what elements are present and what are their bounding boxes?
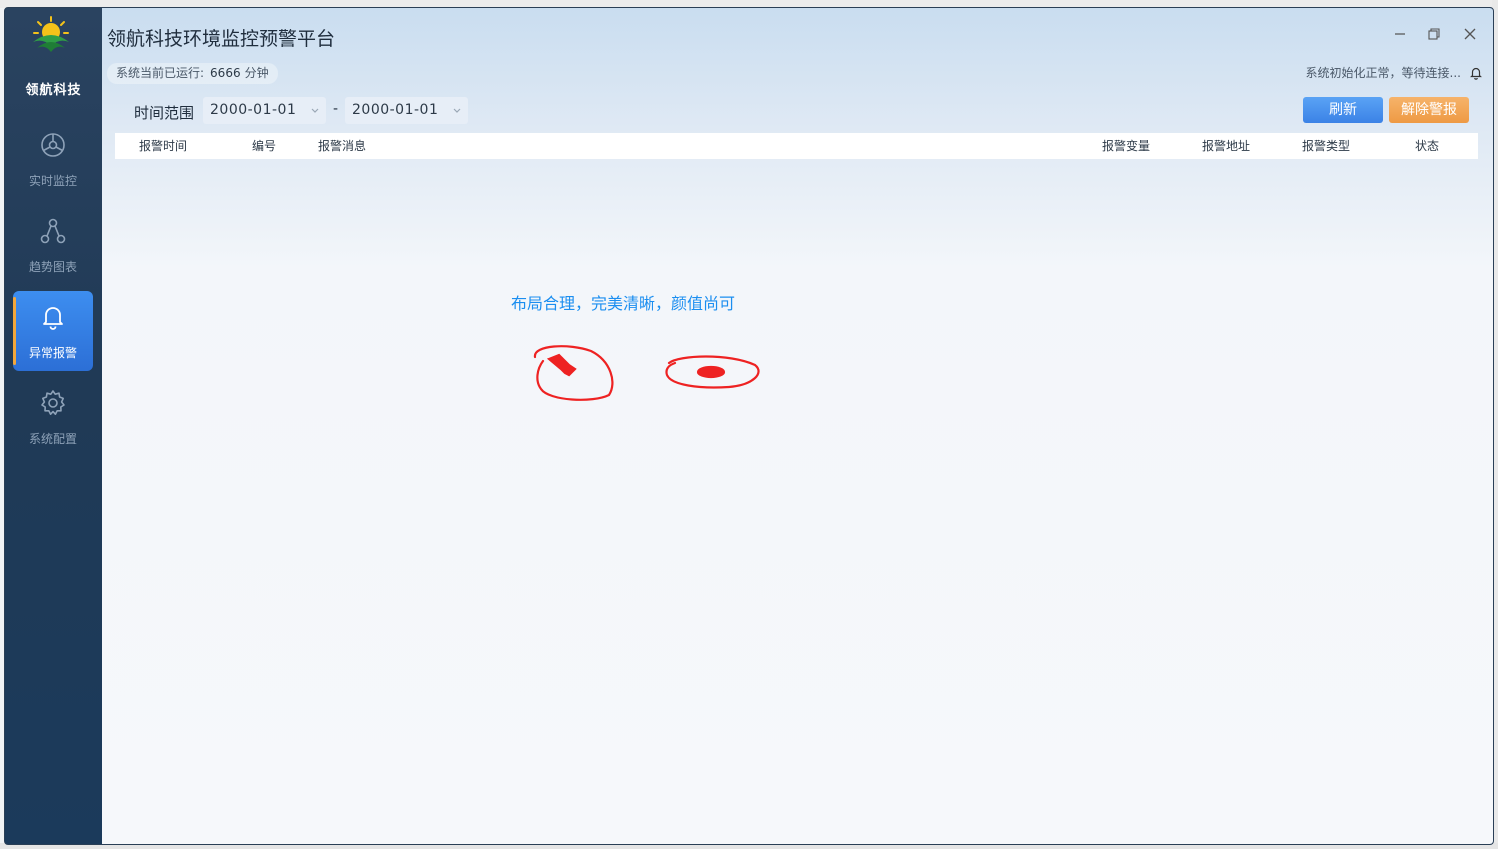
bell-icon (39, 303, 67, 331)
column-header-message[interactable]: 报警消息 (318, 133, 366, 159)
end-date-value: 2000-01-01 (352, 102, 439, 118)
sidebar-item-system-config[interactable]: 系统配置 (13, 377, 93, 457)
red-scribble-annotation (533, 345, 760, 401)
minimize-button[interactable] (1390, 24, 1410, 44)
column-header-variable[interactable]: 报警变量 (1102, 133, 1150, 159)
column-header-type[interactable]: 报警类型 (1302, 133, 1350, 159)
runtime-value: 6666 (210, 66, 241, 80)
runtime-label: 系统当前已运行: (116, 66, 205, 80)
gear-icon (39, 389, 67, 417)
sidebar-item-trend-chart[interactable]: 趋势图表 (13, 205, 93, 285)
column-header-id[interactable]: 编号 (252, 133, 276, 159)
end-date-picker[interactable]: 2000-01-01 (345, 97, 468, 124)
brand-logo-icon (29, 16, 73, 56)
main-panel: 领航科技环境监控预警平台 系统当前已运行: 6666 分钟 系统初始化正常，等待连接… (102, 8, 1493, 844)
sidebar: 领航科技 实时监控 趋势图表 异常报警 系统配置 (5, 8, 102, 844)
window-title: 领航科技环境监控预警平台 (107, 28, 336, 50)
notification-bell-icon[interactable] (1469, 66, 1483, 80)
brand-name: 领航科技 (25, 83, 82, 98)
clear-alarm-button[interactable]: 解除警报 (1389, 97, 1469, 123)
system-status-message: 系统初始化正常，等待连接... (1305, 66, 1461, 80)
restore-icon (1428, 28, 1440, 40)
runtime-unit: 分钟 (244, 66, 269, 80)
chevron-down-icon (452, 97, 462, 124)
start-date-value: 2000-01-01 (210, 102, 297, 118)
chevron-down-icon (310, 97, 320, 124)
close-button[interactable] (1460, 24, 1480, 44)
column-header-status[interactable]: 状态 (1415, 133, 1439, 159)
sidebar-item-label: 异常报警 (28, 346, 77, 360)
start-date-picker[interactable]: 2000-01-01 (203, 97, 326, 124)
sidebar-item-label: 系统配置 (28, 432, 77, 446)
date-separator: - (333, 101, 339, 117)
runtime-indicator: 系统当前已运行: 6666 分钟 (107, 63, 278, 84)
column-header-address[interactable]: 报警地址 (1202, 133, 1250, 159)
column-header-alarm-time[interactable]: 报警时间 (139, 133, 187, 159)
close-icon (1464, 28, 1476, 40)
restore-button[interactable] (1424, 24, 1444, 44)
status-bar: 系统当前已运行: 6666 分钟 系统初始化正常，等待连接... (107, 63, 1489, 84)
alarm-table-header: 报警时间 编号 报警消息 报警变量 报警地址 报警类型 状态 (115, 133, 1478, 159)
chart-nodes-icon (39, 217, 67, 245)
sidebar-item-realtime-monitor[interactable]: 实时监控 (13, 119, 93, 199)
minimize-icon (1395, 33, 1405, 35)
sidebar-item-label: 实时监控 (28, 174, 77, 188)
refresh-button[interactable]: 刷新 (1303, 97, 1383, 123)
app-window: 领航科技 实时监控 趋势图表 异常报警 系统配置 领航科技环境监控预警平台 系统… (4, 7, 1494, 845)
sidebar-item-alarm[interactable]: 异常报警 (13, 291, 93, 371)
sidebar-item-label: 趋势图表 (28, 260, 77, 274)
time-range-label: 时间范围 (134, 104, 195, 122)
dashboard-icon (39, 131, 67, 159)
annotation-text: 布局合理，完美清晰，颜值尚可 (511, 294, 736, 313)
